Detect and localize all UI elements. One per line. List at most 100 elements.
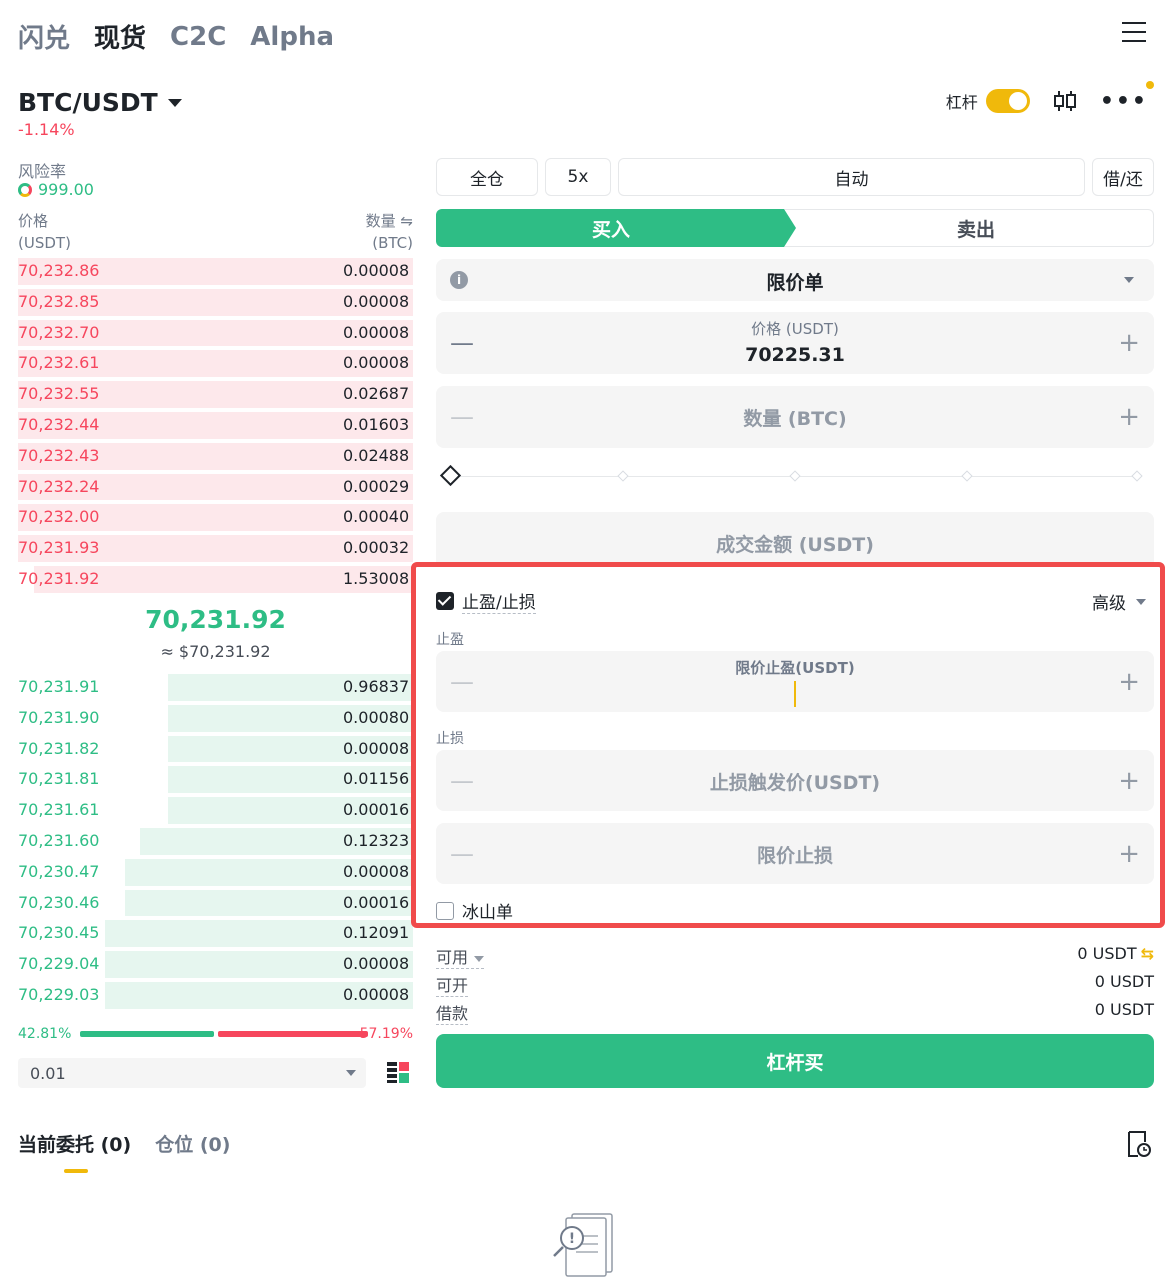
notification-dot: [1146, 80, 1154, 89]
bid-row[interactable]: 70,230.46 0.00016: [18, 888, 413, 919]
ask-row[interactable]: 70,232.85 0.00008: [18, 287, 413, 318]
ask-row[interactable]: 70,232.43 0.02488: [18, 441, 413, 472]
tab-alpha[interactable]: Alpha: [250, 22, 334, 52]
mid-fiat-price: ≈ $70,231.92: [160, 642, 271, 661]
candlestick-icon[interactable]: [1052, 88, 1078, 114]
orderbook-layout-icon[interactable]: [386, 1060, 410, 1084]
tab-open-orders[interactable]: 当前委托 (0): [18, 1130, 131, 1157]
tab-spot[interactable]: 现货: [94, 18, 146, 55]
ask-row[interactable]: 70,231.92 1.53008: [18, 564, 413, 595]
bid-price: 70,230.47: [18, 861, 100, 881]
ask-row[interactable]: 70,232.61 0.00008: [18, 348, 413, 379]
leverage-button[interactable]: 5x: [545, 158, 611, 196]
tab-buy[interactable]: 买入: [436, 209, 796, 247]
ask-quantity: 0.00008: [343, 353, 410, 373]
ask-price: 70,232.61: [18, 353, 100, 373]
bid-row[interactable]: 70,230.47 0.00008: [18, 857, 413, 888]
tab-positions[interactable]: 仓位 (0): [155, 1130, 230, 1157]
bid-quantity: 0.12323: [343, 830, 410, 850]
ask-price: 70,231.92: [18, 568, 100, 588]
price-unit: (USDT): [18, 234, 71, 252]
ask-row[interactable]: 70,231.93 0.00032: [18, 533, 413, 564]
bid-row[interactable]: 70,231.90 0.00080: [18, 703, 413, 734]
ask-price: 70,232.85: [18, 291, 100, 311]
slider-tick-25[interactable]: [617, 470, 629, 482]
total-placeholder: 成交金额 (USDT): [716, 534, 874, 556]
bid-row[interactable]: 70,231.60 0.12323: [18, 826, 413, 857]
borrow-mode-button[interactable]: 自动: [618, 158, 1085, 196]
tab-convert[interactable]: 闪兑: [18, 18, 70, 55]
more-icon[interactable]: •••: [1100, 80, 1154, 114]
bid-row[interactable]: 70,231.91 0.96837: [18, 672, 413, 703]
stop-loss-limit-input[interactable]: — 限价止损 +: [436, 823, 1154, 884]
ask-row[interactable]: 70,232.24 0.00029: [18, 472, 413, 503]
quantity-increase-button[interactable]: +: [1118, 402, 1140, 432]
chevron-down-icon: [1124, 277, 1134, 283]
bid-row[interactable]: 70,231.82 0.00008: [18, 734, 413, 765]
ask-row[interactable]: 70,232.44 0.01603: [18, 410, 413, 441]
advanced-select[interactable]: 高级: [1092, 589, 1146, 614]
price-label: 价格 (USDT): [751, 320, 839, 338]
tpsl-label: 止盈/止损: [462, 588, 536, 614]
order-type-select[interactable]: i 限价单: [436, 259, 1154, 301]
available-label[interactable]: 可用: [436, 944, 485, 969]
bid-price: 70,229.04: [18, 954, 100, 974]
ask-quantity: 0.00008: [343, 322, 410, 342]
qty-unit: (BTC): [372, 234, 413, 252]
total-input[interactable]: 成交金额 (USDT): [436, 512, 1154, 568]
price-increase-button[interactable]: +: [1118, 328, 1140, 358]
iceberg-checkbox[interactable]: 冰山单: [436, 898, 513, 923]
quantity-input[interactable]: — 数量 (BTC) +: [436, 386, 1154, 448]
margin-mode-button[interactable]: 全仓: [436, 158, 538, 196]
ask-row[interactable]: 70,232.70 0.00008: [18, 318, 413, 349]
bid-row[interactable]: 70,231.81 0.01156: [18, 764, 413, 795]
bid-row[interactable]: 70,230.45 0.12091: [18, 918, 413, 949]
bid-row[interactable]: 70,229.04 0.00008: [18, 949, 413, 980]
sl-trigger-increase-button[interactable]: +: [1118, 766, 1140, 796]
empty-state-icon: !: [553, 1213, 613, 1277]
slider-thumb[interactable]: [439, 464, 462, 487]
ask-price: 70,232.00: [18, 507, 100, 527]
tp-limit-label: 限价止盈(USDT): [735, 659, 855, 677]
sl-limit-increase-button[interactable]: +: [1118, 839, 1140, 869]
pair-selector[interactable]: BTC/USDT: [18, 88, 182, 117]
borrow-repay-button[interactable]: 借/还: [1092, 158, 1154, 196]
amount-slider[interactable]: [439, 464, 1146, 487]
bid-price: 70,231.91: [18, 677, 100, 696]
price-input[interactable]: — 价格 (USDT) 70225.31 +: [436, 312, 1154, 374]
bid-row[interactable]: 70,229.03 0.00008: [18, 980, 413, 1011]
bid-row[interactable]: 70,231.61 0.00016: [18, 795, 413, 826]
tab-c2c[interactable]: C2C: [170, 22, 226, 52]
checkbox-unchecked-icon[interactable]: [436, 901, 454, 920]
risk-value: 999.00: [18, 180, 94, 199]
price-value[interactable]: 70225.31: [436, 344, 1154, 366]
ask-quantity: 0.02687: [343, 384, 410, 404]
qty-header[interactable]: 数量 ⇋: [366, 210, 413, 232]
slider-tick-100[interactable]: [1131, 470, 1143, 482]
order-history-icon[interactable]: [1126, 1130, 1152, 1158]
pair-change: -1.14%: [18, 120, 75, 139]
ask-row[interactable]: 70,232.86 0.00008: [18, 256, 413, 287]
margin-buy-button[interactable]: 杠杆买: [436, 1034, 1154, 1088]
take-profit-limit-input[interactable]: — 限价止盈(USDT) +: [436, 651, 1154, 712]
menu-icon[interactable]: [1122, 22, 1146, 44]
openable-value: 0 USDT: [1094, 972, 1154, 991]
ask-row[interactable]: 70,232.00 0.00040: [18, 502, 413, 533]
slider-tick-75[interactable]: [961, 470, 973, 482]
ask-quantity: 0.00029: [343, 476, 410, 496]
openable-row: 可开 0 USDT: [436, 972, 1154, 997]
ask-row[interactable]: 70,232.55 0.02687: [18, 379, 413, 410]
tp-increase-button[interactable]: +: [1118, 667, 1140, 697]
leverage-toggle[interactable]: [985, 89, 1030, 113]
mid-price: 70,231.92: [145, 605, 286, 634]
stop-loss-label: 止损: [436, 731, 464, 747]
sell-ratio-bar: [218, 1031, 368, 1037]
precision-select[interactable]: 0.01: [18, 1058, 366, 1088]
tab-sell[interactable]: 卖出: [784, 209, 1154, 247]
stop-loss-trigger-input[interactable]: — 止损触发价(USDT) +: [436, 750, 1154, 811]
bid-quantity: 0.00008: [343, 738, 410, 758]
slider-tick-50[interactable]: [789, 470, 801, 482]
checkbox-checked-icon[interactable]: [436, 592, 454, 610]
tpsl-checkbox[interactable]: 止盈/止损: [436, 588, 536, 614]
transfer-icon[interactable]: ⇆: [1141, 944, 1154, 963]
